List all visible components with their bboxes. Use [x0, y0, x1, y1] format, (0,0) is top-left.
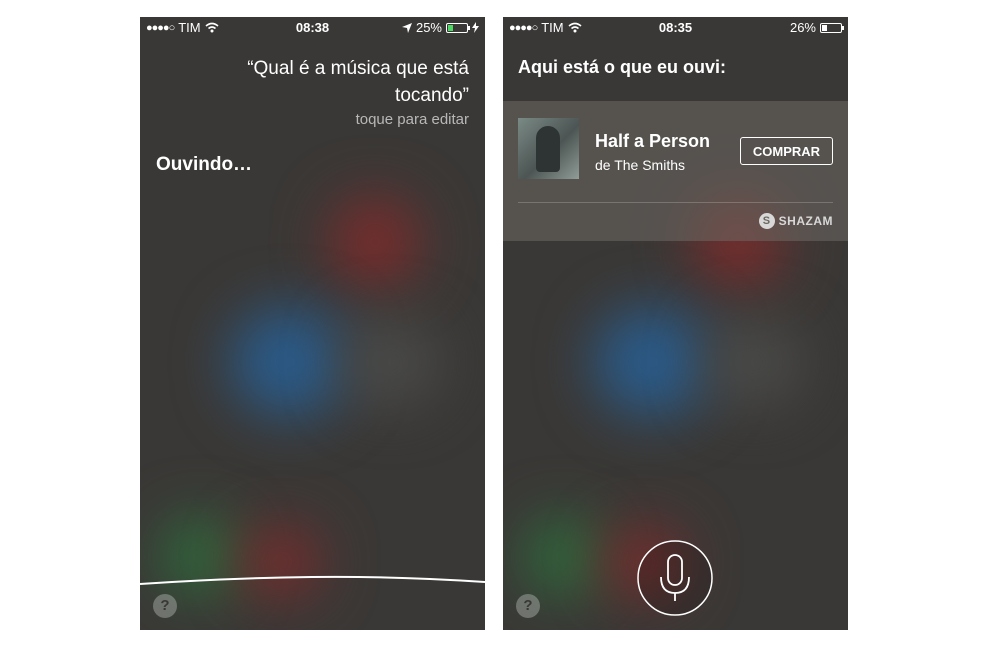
- song-title: Half a Person: [595, 131, 711, 151]
- siri-result-screen: ●●●●○ TIM 08:35 26% Aqui está o que eu o…: [503, 17, 848, 630]
- microphone-icon[interactable]: [636, 539, 714, 617]
- help-icon[interactable]: ?: [516, 594, 540, 618]
- spoken-query: “Qual é a música que está tocando”: [247, 58, 469, 106]
- shazam-label: SHAZAM: [778, 214, 833, 228]
- album-art[interactable]: [518, 118, 579, 179]
- listening-status: Ouvindo…: [156, 154, 253, 175]
- shazam-attribution[interactable]: S SHAZAM: [758, 213, 833, 229]
- buy-button[interactable]: COMPRAR: [740, 137, 833, 165]
- battery-icon: [446, 22, 470, 33]
- battery-percent: 26%: [789, 20, 816, 35]
- voice-waveform: [140, 575, 485, 585]
- siri-listening-screen: ●●●●○ TIM 08:38 25% “Qual é a música que…: [140, 17, 485, 630]
- song-artist: de The Smiths: [595, 157, 686, 173]
- help-icon[interactable]: ?: [153, 594, 177, 618]
- song-result-card[interactable]: Half a Person de The Smiths COMPRAR S SH…: [503, 101, 848, 241]
- charging-bolt-icon: [472, 22, 479, 33]
- battery-icon: [820, 22, 844, 33]
- card-divider: [518, 202, 833, 203]
- shazam-icon: S: [758, 213, 775, 229]
- status-bar: ●●●●○ TIM 08:35 26%: [503, 17, 848, 37]
- tap-to-edit-hint[interactable]: toque para editar: [356, 111, 469, 128]
- location-arrow-icon: [401, 22, 412, 33]
- result-heading: Aqui está o que eu ouvi:: [518, 57, 727, 77]
- status-bar: ●●●●○ TIM 08:38 25%: [140, 17, 485, 37]
- battery-percent: 25%: [415, 20, 442, 35]
